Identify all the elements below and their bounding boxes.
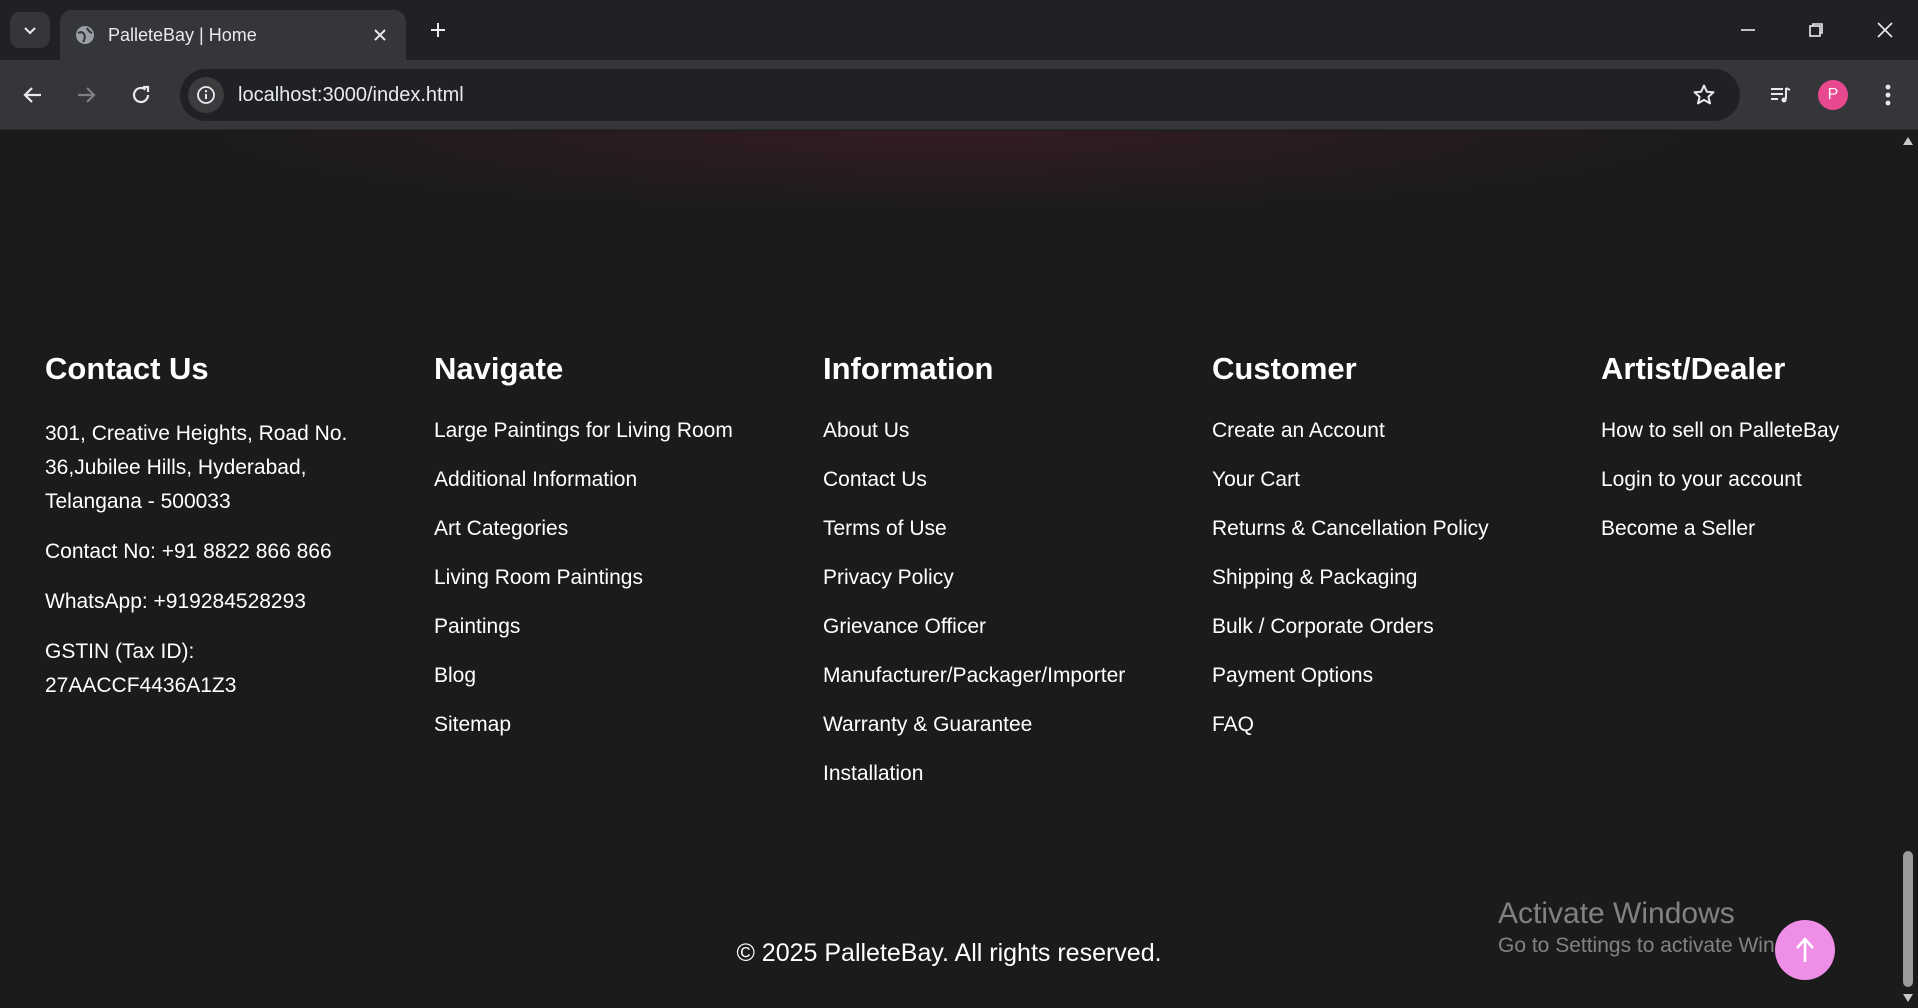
more-vertical-icon — [1885, 84, 1891, 106]
info-icon — [197, 86, 215, 104]
footer-link-become-seller[interactable]: Become a Seller — [1601, 515, 1891, 543]
footer-heading-customer: Customer — [1212, 351, 1357, 386]
tab-search-button[interactable] — [10, 12, 50, 48]
footer-information-column: Information About Us Contact Us Terms of… — [823, 351, 1183, 809]
footer-heading-contact: Contact Us — [45, 351, 209, 386]
footer-link-shipping[interactable]: Shipping & Packaging — [1212, 564, 1572, 592]
back-to-top-button[interactable] — [1775, 920, 1835, 980]
chevron-down-icon — [24, 27, 36, 35]
footer-link-manufacturer[interactable]: Manufacturer/Packager/Importer — [823, 662, 1183, 690]
bookmark-button[interactable] — [1684, 75, 1724, 115]
browser-tab[interactable]: PalleteBay | Home — [60, 10, 406, 60]
footer-link-living-room-paintings[interactable]: Living Room Paintings — [434, 564, 794, 592]
footer-link-returns-policy[interactable]: Returns & Cancellation Policy — [1212, 515, 1572, 543]
footer-link-sitemap[interactable]: Sitemap — [434, 711, 794, 739]
minimize-icon — [1741, 29, 1755, 31]
close-window-button[interactable] — [1850, 0, 1918, 60]
section-glow — [200, 131, 1700, 211]
footer-link-faq[interactable]: FAQ — [1212, 711, 1572, 739]
footer-link-additional-information[interactable]: Additional Information — [434, 466, 794, 494]
footer-link-contact-us[interactable]: Contact Us — [823, 466, 1183, 494]
scroll-up-button[interactable] — [1902, 135, 1914, 147]
reload-button[interactable] — [121, 75, 161, 115]
close-icon — [374, 29, 386, 41]
globe-icon — [76, 26, 94, 44]
footer-heading-information: Information — [823, 351, 994, 386]
browser-menu-button[interactable] — [1868, 75, 1908, 115]
back-button[interactable] — [13, 75, 53, 115]
footer-link-terms-of-use[interactable]: Terms of Use — [823, 515, 1183, 543]
footer-artist-column: Artist/Dealer How to sell on PalleteBay … — [1601, 351, 1891, 564]
footer-link-login[interactable]: Login to your account — [1601, 466, 1891, 494]
address-bar[interactable]: localhost:3000/index.html — [180, 69, 1740, 121]
tab-close-button[interactable] — [362, 17, 398, 53]
arrow-up-icon — [1796, 937, 1814, 962]
footer-heading-artist: Artist/Dealer — [1601, 351, 1786, 386]
contact-address: 301, Creative Heights, Road No. 36,Jubil… — [45, 422, 348, 513]
footer-link-art-categories[interactable]: Art Categories — [434, 515, 794, 543]
footer-contact-column: Contact Us 301, Creative Heights, Road N… — [45, 351, 405, 719]
triangle-up-icon — [1903, 137, 1913, 145]
restore-icon — [1809, 23, 1823, 37]
footer-link-bulk-orders[interactable]: Bulk / Corporate Orders — [1212, 613, 1572, 641]
close-icon — [1877, 22, 1893, 38]
watermark-title: Activate Windows — [1498, 897, 1735, 930]
arrow-right-icon — [78, 87, 96, 103]
footer-link-create-account[interactable]: Create an Account — [1212, 417, 1572, 445]
page-viewport: Contact Us 301, Creative Heights, Road N… — [0, 131, 1898, 1008]
profile-avatar[interactable]: P — [1818, 80, 1848, 110]
arrow-left-icon — [23, 87, 41, 103]
footer-link-grievance-officer[interactable]: Grievance Officer — [823, 613, 1183, 641]
footer-heading-navigate: Navigate — [434, 351, 564, 386]
footer-link-about-us[interactable]: About Us — [823, 417, 1183, 445]
footer-link-privacy-policy[interactable]: Privacy Policy — [823, 564, 1183, 592]
site-info-button[interactable] — [188, 77, 224, 113]
forward-button[interactable] — [66, 75, 106, 115]
minimize-button[interactable] — [1713, 0, 1783, 60]
scrollbar-thumb[interactable] — [1903, 851, 1913, 987]
contact-phone: Contact No: +91 8822 866 866 — [45, 540, 332, 563]
footer-link-warranty[interactable]: Warranty & Guarantee — [823, 711, 1183, 739]
scroll-down-button[interactable] — [1902, 992, 1914, 1004]
reload-icon — [132, 85, 150, 104]
footer-link-payment-options[interactable]: Payment Options — [1212, 662, 1572, 690]
footer-link-large-paintings[interactable]: Large Paintings for Living Room — [434, 417, 794, 445]
footer-link-how-to-sell[interactable]: How to sell on PalleteBay — [1601, 417, 1891, 445]
star-icon — [1693, 84, 1715, 105]
footer-link-your-cart[interactable]: Your Cart — [1212, 466, 1572, 494]
contact-gstin: GSTIN (Tax ID): 27AACCF4436A1Z3 — [45, 640, 237, 697]
url-text[interactable]: localhost:3000/index.html — [238, 84, 1684, 107]
restore-button[interactable] — [1781, 0, 1851, 60]
new-tab-button[interactable] — [420, 12, 456, 48]
footer-link-blog[interactable]: Blog — [434, 662, 794, 690]
contact-whatsapp: WhatsApp: +919284528293 — [45, 590, 306, 613]
footer-navigate-column: Navigate Large Paintings for Living Room… — [434, 351, 794, 760]
browser-toolbar: localhost:3000/index.html P — [0, 60, 1918, 130]
browser-tab-bar: PalleteBay | Home — [0, 0, 1918, 60]
footer-link-installation[interactable]: Installation — [823, 760, 1183, 788]
triangle-down-icon — [1903, 994, 1913, 1002]
footer-customer-column: Customer Create an Account Your Cart Ret… — [1212, 351, 1572, 760]
media-controls-button[interactable] — [1760, 75, 1800, 115]
playlist-icon — [1771, 87, 1791, 103]
tab-title: PalleteBay | Home — [108, 24, 257, 45]
page-scrollbar[interactable] — [1898, 131, 1918, 1008]
footer-link-paintings[interactable]: Paintings — [434, 613, 794, 641]
plus-icon — [431, 23, 445, 37]
